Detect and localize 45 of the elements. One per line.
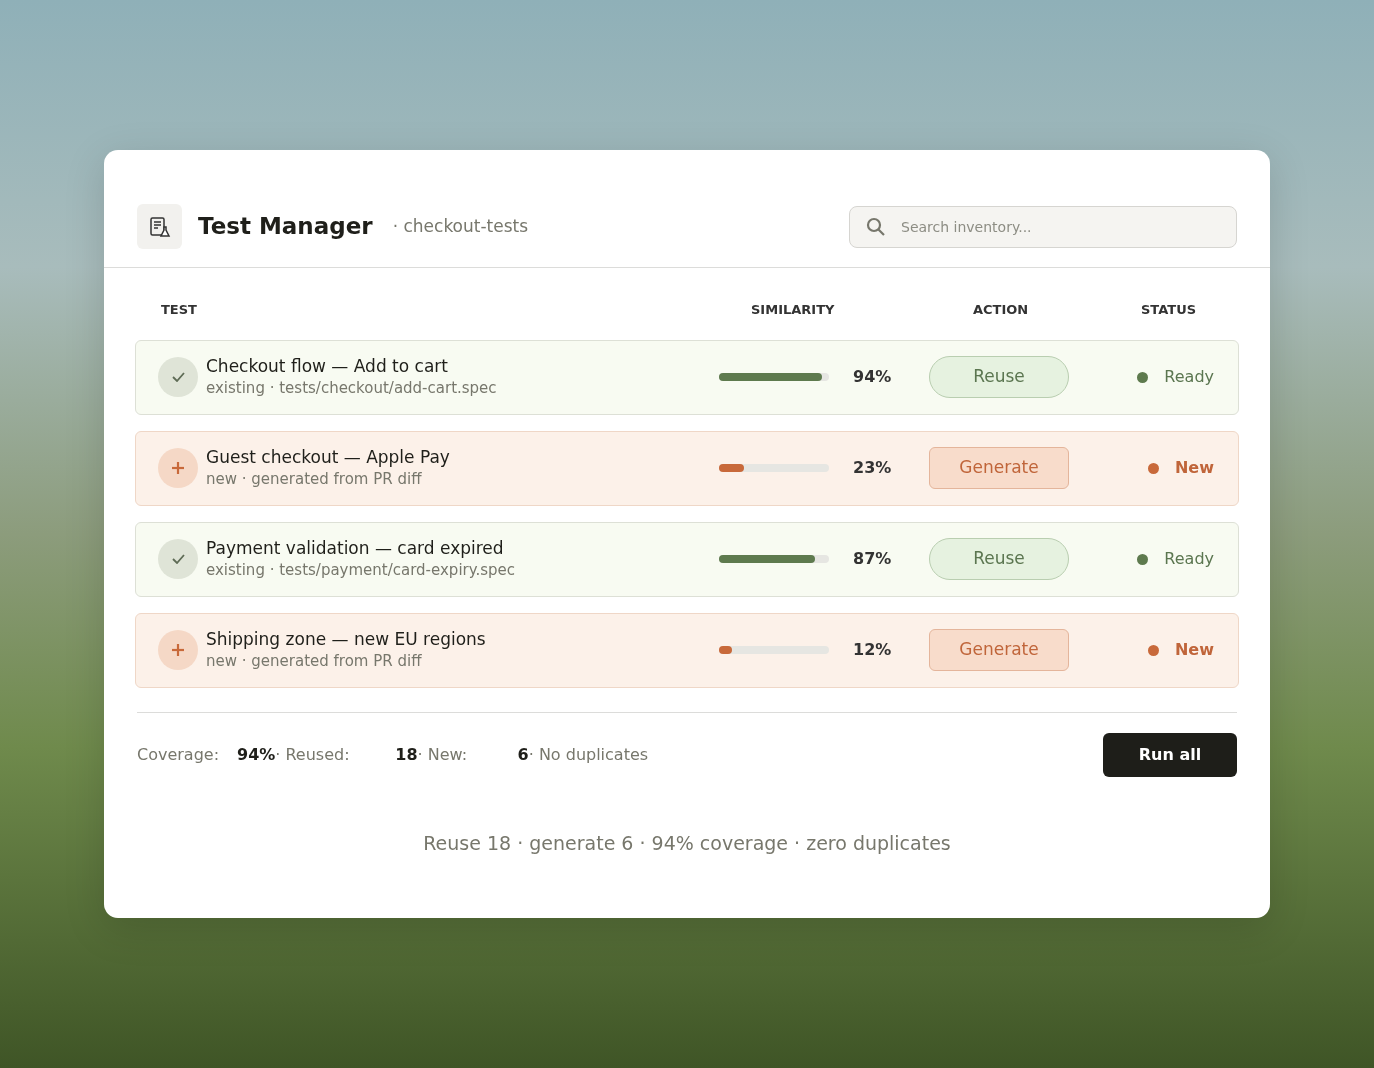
test-title: Payment validation — card expired: [206, 536, 505, 559]
reuse-button[interactable]: Reuse: [929, 538, 1069, 580]
status-label: New: [1174, 639, 1214, 661]
plus-icon: [158, 630, 198, 670]
column-header: ACTION: [972, 301, 1029, 319]
app-title: Test Manager: [198, 212, 373, 242]
status-dot: [1147, 644, 1159, 656]
check-icon: [158, 539, 198, 579]
generate-button[interactable]: Generate: [929, 447, 1069, 489]
test-detail: existing · tests/checkout/add-cart.spec: [206, 377, 497, 399]
test-detail: new · generated from PR diff: [206, 650, 423, 672]
status-label: New: [1174, 457, 1214, 479]
similarity-value: 94%: [853, 366, 892, 388]
stat-value: 94%: [237, 743, 276, 766]
reuse-button[interactable]: Reuse: [929, 356, 1069, 398]
column-header: SIMILARITY: [750, 301, 835, 319]
status-label: Ready: [1164, 366, 1214, 388]
test-detail: new · generated from PR diff: [206, 468, 423, 490]
summary-caption: Reuse 18 · generate 6 · 94% coverage · zero duplicates: [422, 830, 952, 856]
run-all-button[interactable]: Run all: [1103, 732, 1237, 777]
stat-label: · Reused:: [275, 743, 351, 766]
search-field[interactable]: Search inventory...: [849, 205, 1237, 248]
similarity-value: 87%: [853, 548, 892, 570]
status-dot: [1137, 371, 1149, 383]
check-icon: [158, 357, 198, 397]
app-logo-icon: [137, 204, 182, 249]
status-dot: [1137, 553, 1149, 565]
similarity-value: 23%: [853, 457, 892, 479]
summary-note: · No duplicates: [528, 743, 649, 766]
similarity-value: 12%: [853, 639, 892, 661]
test-detail: existing · tests/payment/card-expiry.spec: [206, 559, 516, 581]
stat-label: · New:: [417, 743, 469, 766]
plus-icon: [158, 448, 198, 488]
test-title: Checkout flow — Add to cart: [206, 354, 449, 377]
generate-button[interactable]: Generate: [929, 629, 1069, 671]
column-header: TEST: [161, 301, 197, 319]
test-title: Shipping zone — new EU regions: [206, 627, 486, 650]
stat-value: 6: [517, 743, 529, 766]
stat-label: Coverage:: [137, 743, 221, 766]
column-header: STATUS: [1140, 301, 1197, 319]
project-name: · checkout-tests: [392, 214, 529, 238]
test-title: Guest checkout — Apple Pay: [206, 445, 450, 468]
status-label: Ready: [1164, 548, 1214, 570]
status-dot: [1147, 462, 1159, 474]
stat-value: 18: [395, 743, 418, 766]
